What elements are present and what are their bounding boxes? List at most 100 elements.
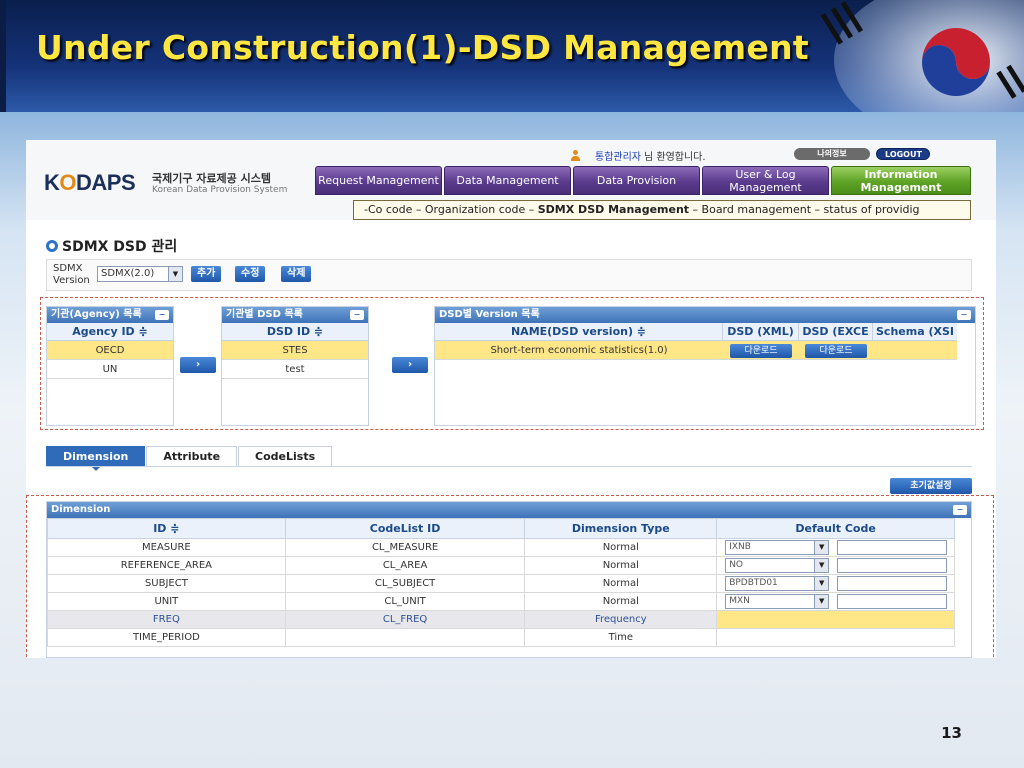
dsd-panel: 기관별 DSD 목록 − DSD ID ≑ STES test (221, 306, 369, 426)
default-code-select[interactable]: MXN ▼ (725, 594, 830, 609)
chevron-down-icon[interactable]: ▼ (814, 541, 829, 554)
user-name[interactable]: 통합관리자 (595, 148, 641, 163)
welcome-text: 님 환영합니다. (644, 152, 706, 163)
agency-row[interactable]: UN (47, 360, 173, 379)
add-button[interactable]: 추가 (191, 266, 222, 282)
main-nav: Request Management Data Management Data … (315, 166, 973, 195)
version-row[interactable]: Short-term economic statistics(1.0) 다운로드… (435, 341, 957, 360)
reset-defaults-button[interactable]: 초기값설정 (890, 478, 972, 494)
dsd-row[interactable]: test (222, 360, 368, 379)
table-row-selected[interactable]: FREQ CL_FREQ Frequency (47, 610, 955, 629)
dimension-id: SUBJECT (47, 574, 286, 593)
schema-cell (873, 341, 957, 359)
edit-button[interactable]: 수정 (235, 266, 266, 282)
collapse-icon[interactable]: − (957, 310, 971, 320)
default-code-select[interactable]: BPDBTD01 ▼ (725, 576, 830, 591)
detail-tabs: Dimension Attribute CodeLists (46, 446, 333, 471)
nav-data-management[interactable]: Data Management (444, 166, 571, 195)
agency-panel-title: 기관(Agency) 목록 (51, 309, 142, 320)
chevron-right-icon[interactable]: › (180, 357, 216, 373)
dsd-excel-column-header: DSD (EXCE (799, 323, 873, 341)
agency-id-column-header[interactable]: Agency ID ≑ (47, 323, 173, 341)
breadcrumb: -Co code – Organization code – SDMX DSD … (353, 200, 971, 220)
codelist-id-column-header: CodeList ID (284, 518, 526, 539)
app-header: KODAPS 국제기구 자료제공 시스템 Korean Data Provisi… (26, 140, 996, 220)
logout-button[interactable]: LOGOUT (876, 148, 930, 160)
slide-header-bar (0, 0, 6, 112)
version-select[interactable]: SDMX(2.0) ▼ (97, 266, 183, 282)
chevron-down-icon[interactable]: ▼ (814, 577, 829, 590)
default-code-value: IXNB (729, 542, 751, 552)
tab-attribute[interactable]: Attribute (146, 446, 238, 466)
collapse-icon[interactable]: − (953, 505, 967, 515)
nav-request-management[interactable]: Request Management (315, 166, 442, 195)
table-row[interactable]: MEASURE CL_MEASURE Normal IXNB ▼ (47, 538, 955, 557)
logo-english-name: Korean Data Provision System (152, 185, 288, 195)
version-panel-title: DSD별 Version 목록 (439, 309, 540, 320)
logo-letters-daps: DAPS (76, 170, 136, 195)
chevron-right-icon[interactable]: › (392, 357, 428, 373)
table-header-row: ID ≑ CodeList ID Dimension Type Default … (47, 518, 955, 539)
collapse-icon[interactable]: − (350, 310, 364, 320)
default-code-cell[interactable] (716, 610, 955, 629)
default-code-input[interactable] (837, 558, 948, 573)
id-column-header[interactable]: ID ≑ (47, 518, 286, 539)
default-code-input[interactable] (837, 576, 948, 591)
logo-korean-name: 국제기구 자료제공 시스템 (152, 172, 271, 185)
user-greeting: 통합관리자 님 환영합니다. (570, 148, 706, 163)
nav-user-log-management[interactable]: User & Log Management (702, 166, 829, 195)
default-code-value: NO (729, 560, 744, 570)
dsd-id-column-header[interactable]: DSD ID ≑ (222, 323, 368, 341)
version-name-column-header[interactable]: NAME(DSD version) ≑ (435, 323, 723, 341)
table-row[interactable]: REFERENCE_AREA CL_AREA Normal NO ▼ (47, 556, 955, 575)
breadcrumb-part-1[interactable]: -Co code – Organization code – (364, 203, 538, 216)
default-code-cell: BPDBTD01 ▼ (716, 574, 955, 593)
default-code-value: BPDBTD01 (729, 578, 778, 588)
circle-bullet-icon (46, 240, 58, 252)
kodaps-logo[interactable]: KODAPS (44, 170, 136, 196)
my-info-button[interactable]: 나의정보 (794, 148, 870, 160)
dsd-excel-cell: 다운로드 (799, 341, 873, 359)
default-code-input[interactable] (837, 540, 948, 555)
codelist-id: CL_SUBJECT (284, 574, 526, 593)
default-code-input[interactable] (837, 594, 948, 609)
dsd-panel-header: 기관별 DSD 목록 − (222, 307, 368, 323)
download-excel-button[interactable]: 다운로드 (805, 344, 867, 358)
dimension-panel-title: Dimension (51, 504, 111, 515)
table-row[interactable]: UNIT CL_UNIT Normal MXN ▼ (47, 592, 955, 611)
version-panel: DSD별 Version 목록 − NAME(DSD version) ≑ DS… (434, 306, 976, 426)
dimension-type: Normal (524, 592, 718, 611)
default-code-select[interactable]: NO ▼ (725, 558, 830, 573)
tab-dimension[interactable]: Dimension (46, 446, 146, 471)
breadcrumb-part-2[interactable]: – Board management – status of providig (689, 203, 920, 216)
chevron-down-icon[interactable]: ▼ (814, 559, 829, 572)
dsd-xml-cell: 다운로드 (723, 341, 799, 359)
logo-letter-k: K (44, 170, 60, 195)
chevron-down-icon[interactable]: ▼ (168, 267, 182, 281)
agency-row[interactable]: OECD (47, 341, 173, 360)
default-code-select[interactable]: IXNB ▼ (725, 540, 830, 555)
codelist-id: CL_MEASURE (284, 538, 526, 557)
collapse-icon[interactable]: − (155, 310, 169, 320)
tab-codelists[interactable]: CodeLists (238, 446, 333, 466)
dimension-type: Normal (524, 538, 718, 557)
version-label-line-2: Version (53, 275, 90, 286)
download-xml-button[interactable]: 다운로드 (730, 344, 792, 358)
dimension-id: REFERENCE_AREA (47, 556, 286, 575)
dimension-id: UNIT (47, 592, 286, 611)
dsd-panel-title: 기관별 DSD 목록 (226, 309, 303, 320)
page-title: SDMX DSD 관리 (46, 236, 177, 256)
delete-button[interactable]: 삭제 (281, 266, 312, 282)
nav-information-management[interactable]: Information Management (831, 166, 971, 195)
nav-data-provision[interactable]: Data Provision (573, 166, 700, 195)
agency-panel: 기관(Agency) 목록 − Agency ID ≑ OECD UN (46, 306, 174, 426)
dimension-type: Normal (524, 556, 718, 575)
dsd-row[interactable]: STES (222, 341, 368, 360)
chevron-down-icon[interactable]: ▼ (814, 595, 829, 608)
codelist-id (284, 628, 526, 647)
breadcrumb-current[interactable]: SDMX DSD Management (538, 203, 689, 216)
codelist-id: CL_FREQ (284, 610, 526, 629)
table-row[interactable]: TIME_PERIOD Time (47, 628, 955, 647)
table-row[interactable]: SUBJECT CL_SUBJECT Normal BPDBTD01 ▼ (47, 574, 955, 593)
default-code-column-header: Default Code (716, 518, 955, 539)
